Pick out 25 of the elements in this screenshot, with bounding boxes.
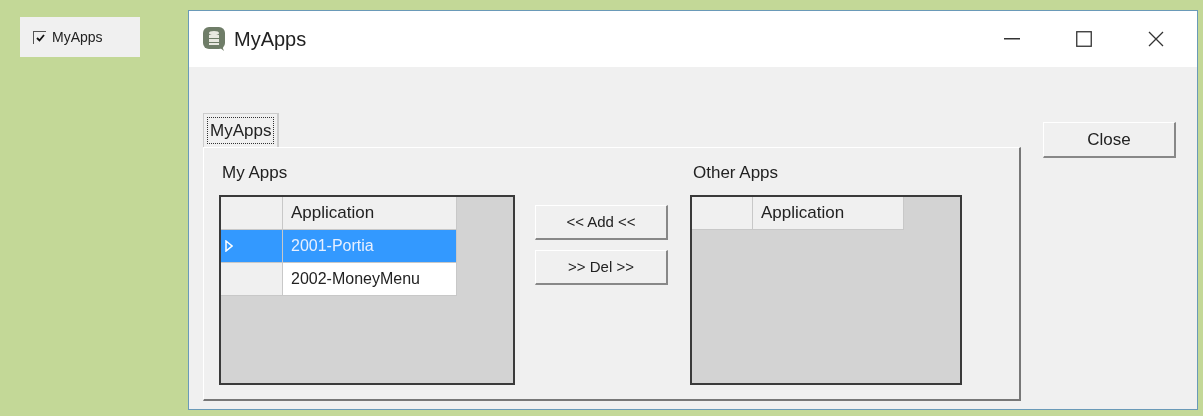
row-header-corner xyxy=(221,196,283,230)
check-icon xyxy=(35,33,45,42)
checkbox-label: MyApps xyxy=(52,27,103,47)
add-button[interactable]: << Add << xyxy=(535,205,668,240)
column-header[interactable]: Application xyxy=(283,196,457,230)
checkbox-item[interactable]: MyApps xyxy=(20,17,140,57)
column-header[interactable]: Application xyxy=(753,196,904,230)
group-label: Other Apps xyxy=(693,162,780,184)
row-header-corner xyxy=(692,196,753,230)
data-grid[interactable]: Application 2001-Portia 2002-MoneyMenu xyxy=(219,194,515,385)
close-icon xyxy=(1148,31,1164,47)
checkbox[interactable] xyxy=(33,30,46,44)
row-selector[interactable] xyxy=(221,229,283,263)
delete-button[interactable]: >> Del >> xyxy=(535,250,668,285)
data-grid[interactable]: Application xyxy=(690,194,962,385)
group-label: My Apps xyxy=(222,162,289,184)
tab[interactable]: MyApps xyxy=(203,113,280,147)
window-title: MyApps xyxy=(234,27,307,52)
maximize-icon xyxy=(1076,31,1092,47)
close-button[interactable]: Close xyxy=(1043,122,1176,158)
current-row-icon xyxy=(225,239,233,252)
row-selector[interactable] xyxy=(221,262,283,296)
table-cell[interactable]: 2002-MoneyMenu xyxy=(283,262,457,296)
database-icon xyxy=(203,27,225,51)
minimize-icon xyxy=(1004,38,1020,40)
